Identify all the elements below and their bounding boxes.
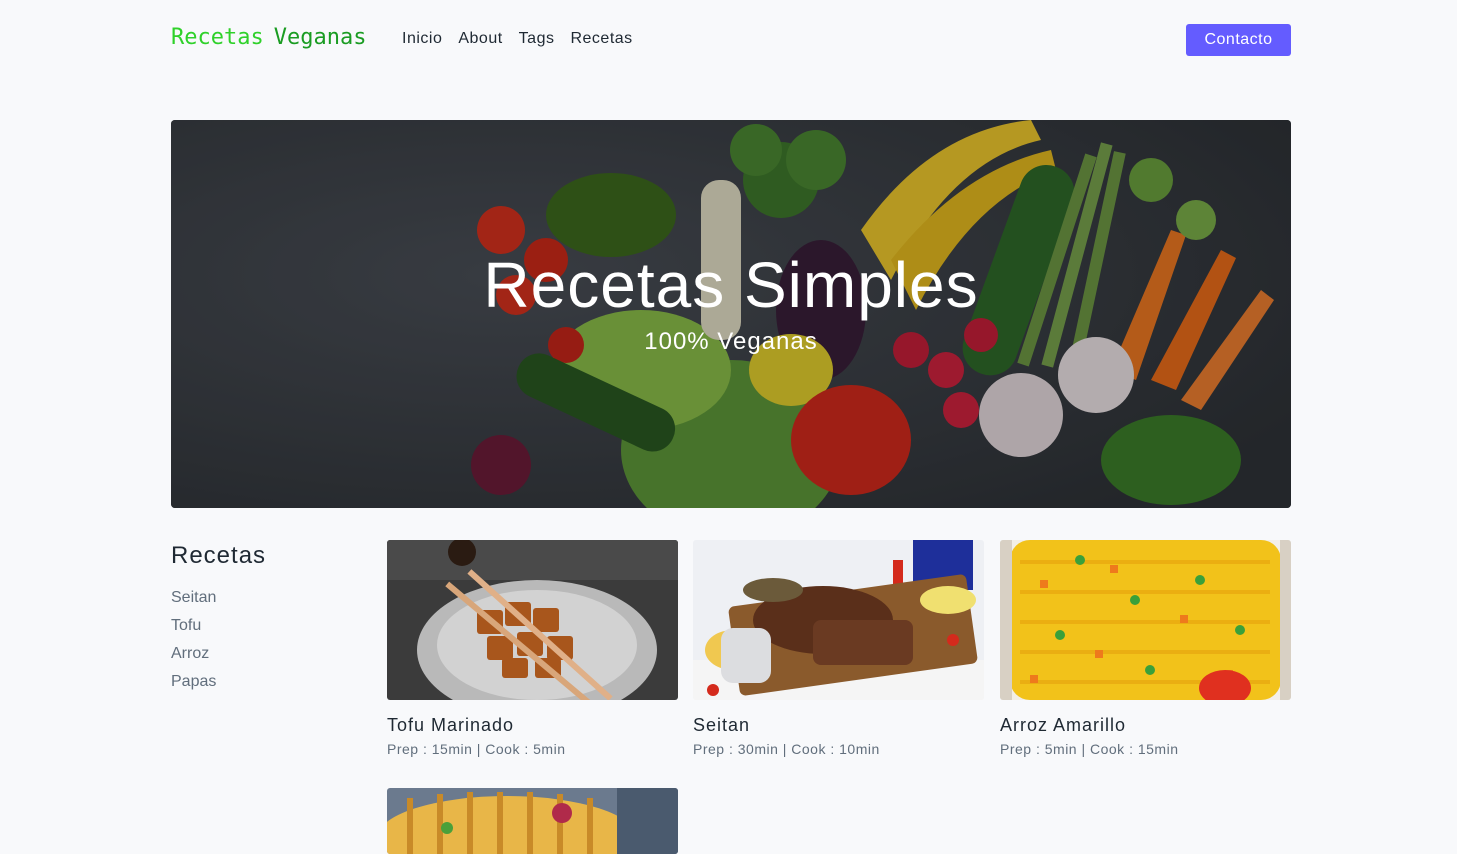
nav-link-about[interactable]: About <box>458 30 502 48</box>
recipe-image-tofu[interactable] <box>387 540 678 700</box>
nav-link-tags[interactable]: Tags <box>519 30 555 48</box>
hero-text: Recetas Simples 100% Veganas <box>171 120 1291 508</box>
hero-title: Recetas Simples <box>483 249 979 321</box>
recipe-card[interactable] <box>387 788 678 854</box>
recipe-name[interactable]: Arroz Amarillo <box>1000 714 1291 736</box>
recipe-image-arroz[interactable] <box>1000 540 1291 700</box>
recipe-meta: Prep : 5min | Cook : 15min <box>1000 741 1179 757</box>
tag-item-tofu[interactable]: Tofu <box>171 612 351 640</box>
tag-item-seitan[interactable]: Seitan <box>171 584 351 612</box>
hero-banner: Recetas Simples 100% Veganas <box>171 120 1291 508</box>
nav-link-recetas[interactable]: Recetas <box>570 30 632 48</box>
brand-part-1: Recetas <box>171 25 264 50</box>
recipe-meta: Prep : 30min | Cook : 10min <box>693 741 880 757</box>
brand-part-2: Veganas <box>273 25 367 50</box>
recipe-card[interactable]: Arroz Amarillo Prep : 5min | Cook : 15mi… <box>1000 540 1291 758</box>
tag-item-papas[interactable]: Papas <box>171 668 351 696</box>
contact-button[interactable]: Contacto <box>1186 24 1291 56</box>
nav-menu: Inicio About Tags Recetas <box>402 30 633 48</box>
hero-subtitle: 100% Veganas <box>644 328 818 355</box>
navbar: Recetas Veganas Inicio About Tags Recetas… <box>171 24 1291 56</box>
recipe-name[interactable]: Seitan <box>693 714 984 736</box>
nav-link-inicio[interactable]: Inicio <box>402 30 442 48</box>
tag-item-arroz[interactable]: Arroz <box>171 640 351 668</box>
brand-logo[interactable]: Recetas Veganas <box>171 25 366 50</box>
tags-sidebar: Recetas Seitan Tofu Arroz Papas <box>171 540 351 696</box>
recipe-image-papas[interactable] <box>387 788 678 854</box>
tag-list: Seitan Tofu Arroz Papas <box>171 584 351 696</box>
recipe-meta: Prep : 15min | Cook : 5min <box>387 741 566 757</box>
recipe-card[interactable]: Seitan Prep : 30min | Cook : 10min <box>693 540 984 758</box>
recipe-name[interactable]: Tofu Marinado <box>387 714 678 736</box>
recipe-card[interactable]: Tofu Marinado Prep : 15min | Cook : 5min <box>387 540 678 758</box>
sidebar-title: Recetas <box>171 542 267 569</box>
recipe-image-seitan[interactable] <box>693 540 984 700</box>
